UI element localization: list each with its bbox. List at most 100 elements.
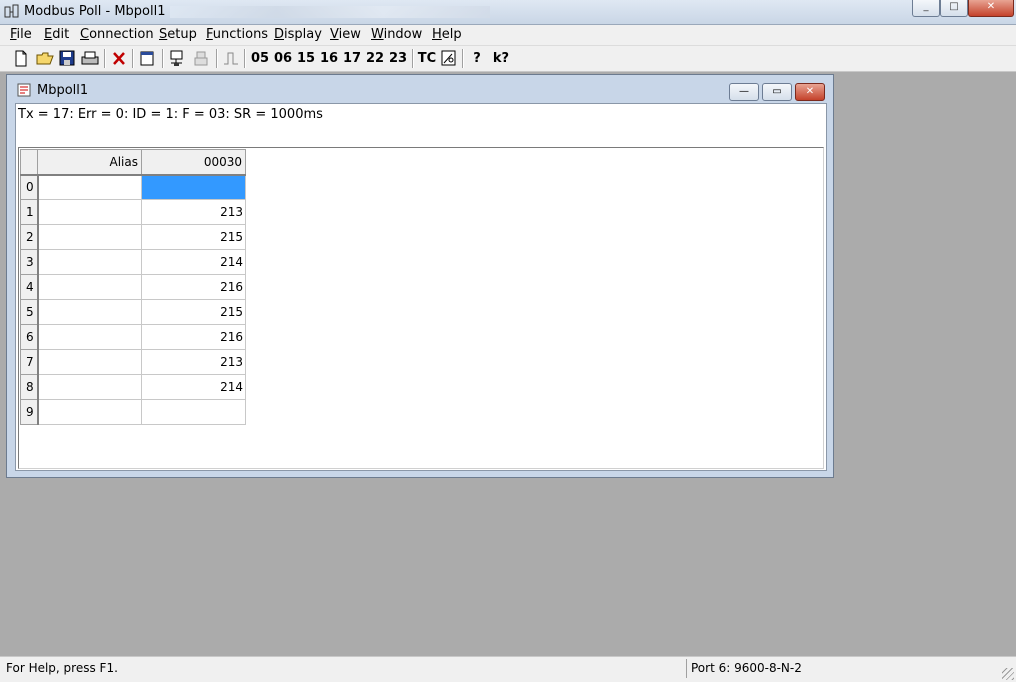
function-06-button[interactable]: 06 [273,49,293,68]
alias-cell[interactable] [37,399,142,425]
value-cell[interactable]: 213 [141,199,246,225]
toolbar-separator [244,49,246,68]
menu-setup[interactable]: Setup [159,27,197,42]
table-row: 8 214 [20,374,246,400]
alias-cell[interactable] [37,274,142,300]
row-header[interactable]: 2 [20,224,39,250]
table-row: 3 214 [20,249,246,275]
grid-corner [20,149,38,176]
function-17-button[interactable]: 17 [342,49,362,68]
alias-cell[interactable] [37,324,142,350]
data-grid: Alias 00030 0 1 213 2 215 3 214 4 216 5 … [20,149,246,425]
data-grid-area: Alias 00030 0 1 213 2 215 3 214 4 216 5 … [18,147,824,469]
child-client-area: Tx = 17: Err = 0: ID = 1: F = 03: SR = 1… [15,103,827,471]
toolbar-separator [104,49,106,68]
alias-cell[interactable] [37,174,142,200]
toolbar-separator [162,49,164,68]
delete-x-icon[interactable] [110,49,128,68]
row-header[interactable]: 1 [20,199,39,225]
menu-help[interactable]: Help [432,27,462,42]
blurred-title-region [170,6,490,18]
menu-display[interactable]: Display [274,27,322,42]
table-row: 2 215 [20,224,246,250]
status-bar: For Help, press F1. Port 6: 9600-8-N-2 [0,656,1016,682]
help-hint-text: For Help, press F1. [6,661,118,675]
mbpoll1-window[interactable]: Mbpoll1 — ▭ ✕ Tx = 17: Err = 0: ID = 1: … [6,74,834,478]
toolbar-separator [132,49,134,68]
resize-grip-icon[interactable] [1002,668,1014,680]
function-15-button[interactable]: 15 [296,49,316,68]
value-cell[interactable]: 215 [141,224,246,250]
maximize-button[interactable]: □ [940,0,968,17]
menu-edit[interactable]: Edit [44,27,69,42]
function-16-button[interactable]: 16 [319,49,339,68]
open-folder-icon[interactable] [36,49,54,68]
disconnect-icon[interactable] [192,49,210,68]
menu-file[interactable]: File [10,27,32,42]
table-row: 1 213 [20,199,246,225]
row-header[interactable]: 6 [20,324,39,350]
value-cell[interactable]: 214 [141,374,246,400]
alias-cell[interactable] [37,224,142,250]
toolbar-separator [412,49,414,68]
menu-window[interactable]: Window [371,27,422,42]
alias-cell[interactable] [37,199,142,225]
alias-cell[interactable] [37,249,142,275]
function-23-button[interactable]: 23 [388,49,408,68]
child-close-button[interactable]: ✕ [795,83,825,101]
connect-icon[interactable] [168,49,186,68]
window-title: Modbus Poll - Mbpoll1 [24,4,166,19]
row-header[interactable]: 7 [20,349,39,375]
value-cell[interactable]: 216 [141,324,246,350]
print-icon[interactable] [80,49,100,68]
menu-bar: File Edit Connection Setup Functions Dis… [0,25,1016,46]
function-05-button[interactable]: 05 [250,49,270,68]
modbus-app-icon [4,4,19,18]
function-22-button[interactable]: 22 [365,49,385,68]
app-title-bar[interactable]: Modbus Poll - Mbpoll1 _ □ ✕ [0,0,1016,25]
toolbar-separator [216,49,218,68]
alias-cell[interactable] [37,374,142,400]
value-cell[interactable] [141,399,246,425]
value-cell[interactable]: 214 [141,249,246,275]
table-row: 9 [20,399,246,425]
row-header[interactable]: 8 [20,374,39,400]
alias-cell[interactable] [37,349,142,375]
communication-traffic-icon[interactable] [440,49,458,68]
address-column-header[interactable]: 00030 [141,149,246,176]
toolbar-separator [462,49,464,68]
child-minimize-button[interactable]: — [729,83,759,101]
menu-connection[interactable]: Connection [80,27,154,42]
table-row: 4 216 [20,274,246,300]
document-icon [17,83,31,97]
table-row: 6 216 [20,324,246,350]
row-header[interactable]: 9 [20,399,39,425]
table-row: 7 213 [20,349,246,375]
poll-status-line: Tx = 17: Err = 0: ID = 1: F = 03: SR = 1… [18,107,323,122]
menu-view[interactable]: View [330,27,361,42]
row-header[interactable]: 3 [20,249,39,275]
new-document-icon[interactable] [12,49,30,68]
child-window-title: Mbpoll1 [37,83,89,98]
single-pulse-icon[interactable] [222,49,240,68]
alias-cell[interactable] [37,299,142,325]
value-cell[interactable]: 216 [141,274,246,300]
value-cell[interactable]: 215 [141,299,246,325]
toolbar: 05 06 15 16 17 22 23 TC ? k? [0,46,1016,72]
minimize-button[interactable]: _ [912,0,940,17]
value-cell[interactable]: 213 [141,349,246,375]
child-restore-button[interactable]: ▭ [762,83,792,101]
context-help-icon[interactable]: k? [490,49,512,68]
tc-button[interactable]: TC [416,49,438,68]
row-header[interactable]: 0 [20,174,39,200]
row-header[interactable]: 4 [20,274,39,300]
alias-column-header[interactable]: Alias [37,149,142,176]
port-settings-text: Port 6: 9600-8-N-2 [686,659,991,678]
row-header[interactable]: 5 [20,299,39,325]
window-icon[interactable] [138,49,156,68]
value-cell-selected[interactable] [141,174,246,200]
help-icon[interactable]: ? [468,49,486,68]
save-disk-icon[interactable] [58,49,76,68]
menu-functions[interactable]: Functions [206,27,268,42]
close-button[interactable]: ✕ [968,0,1014,17]
